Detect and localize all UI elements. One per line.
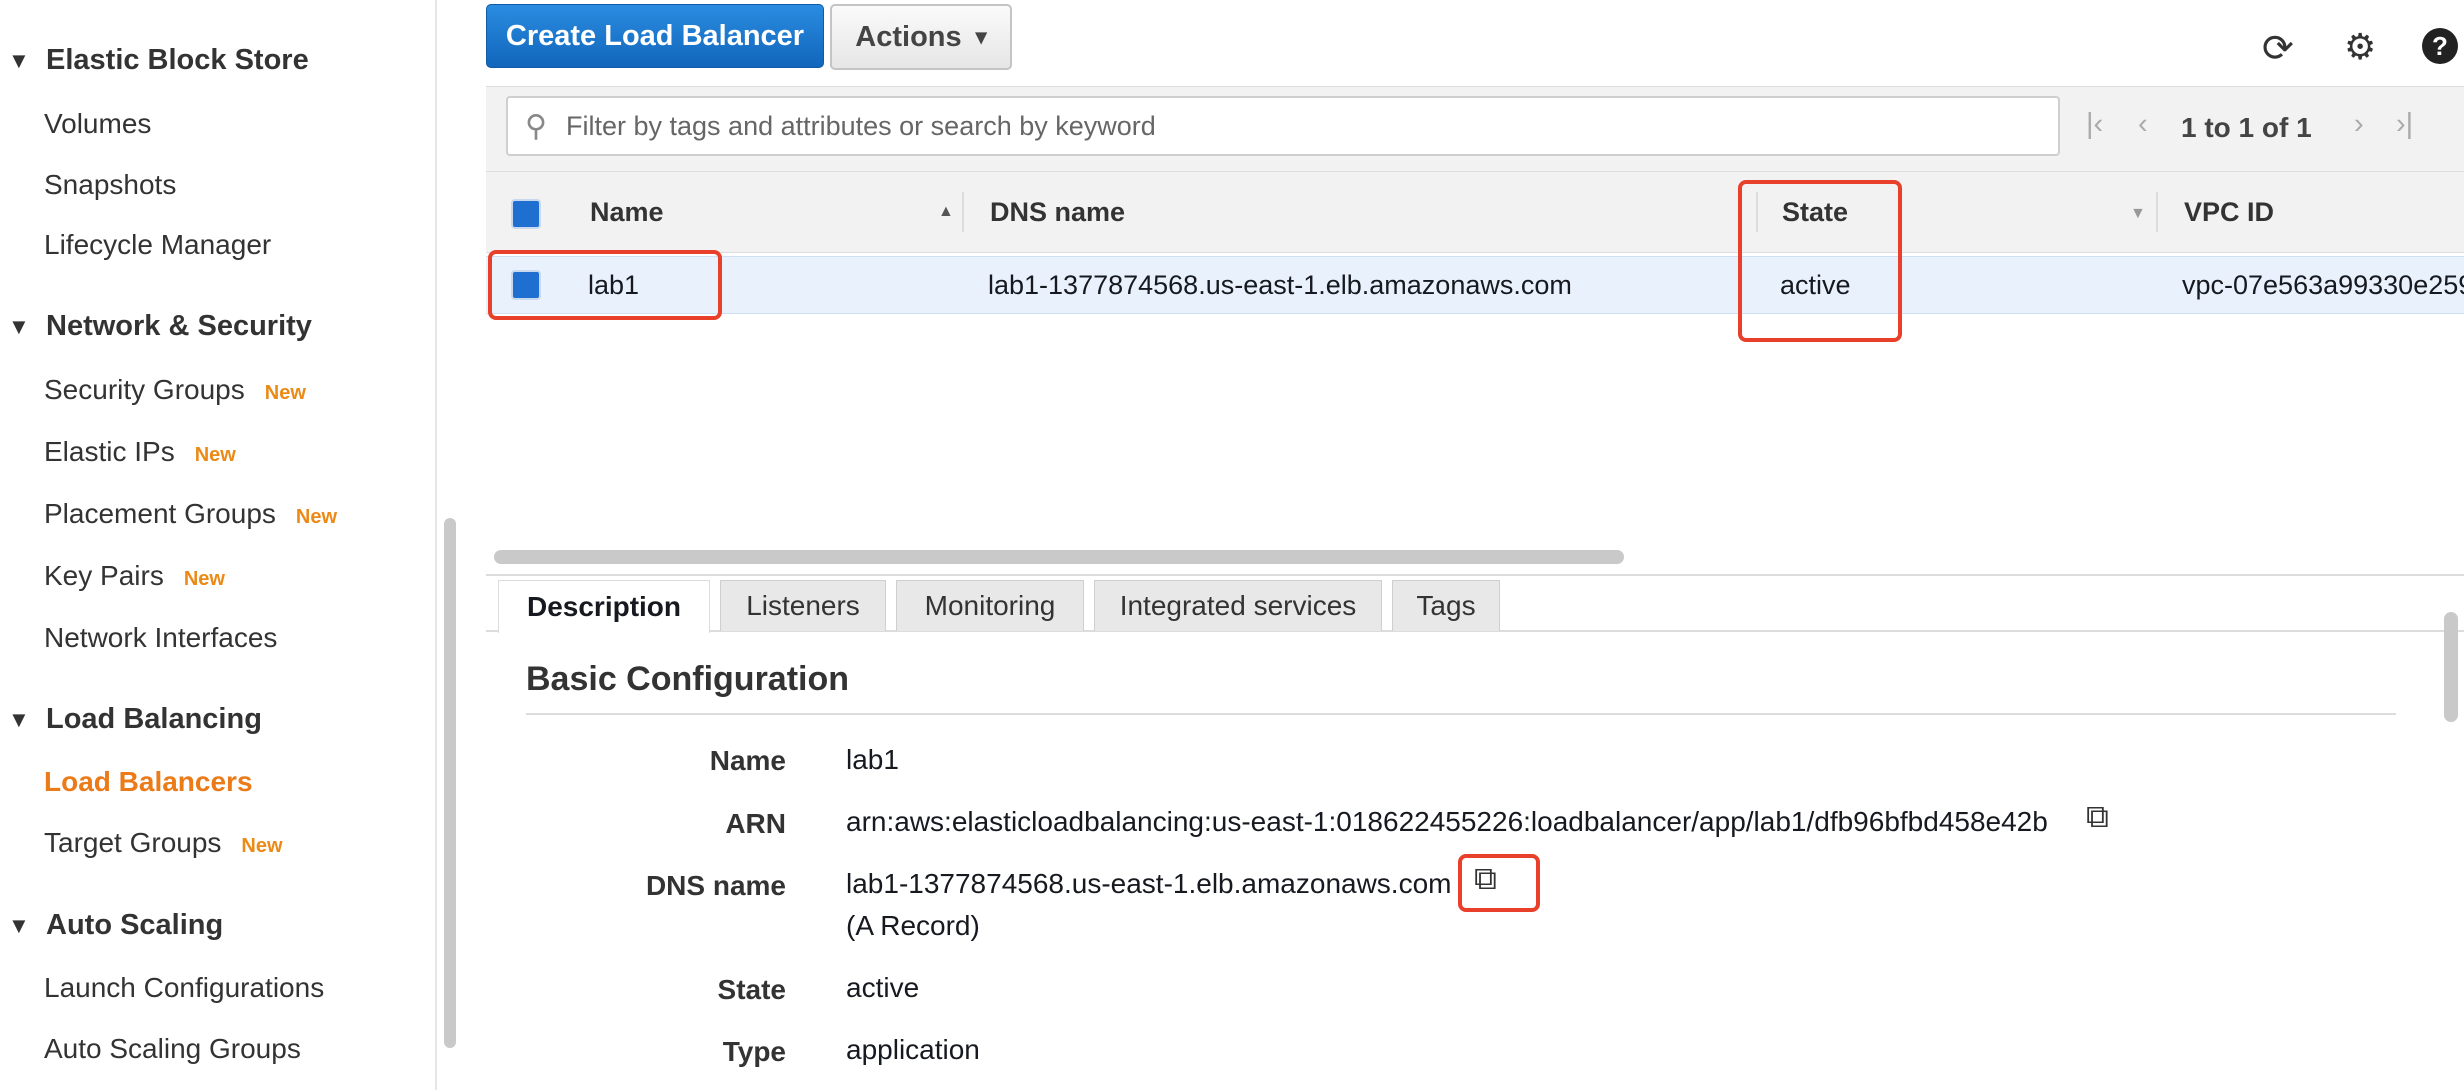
- prev-page-icon[interactable]: ‹: [2138, 108, 2148, 141]
- select-all-checkbox[interactable]: [511, 199, 541, 229]
- main-panel: Create Load Balancer Actions ▾ ⟳ ⚙ ? ⚲ |…: [466, 0, 2464, 1090]
- tab-description[interactable]: Description: [498, 580, 710, 633]
- sidebar-scrollbar[interactable]: [444, 518, 456, 1048]
- tab-tags[interactable]: Tags: [1392, 580, 1500, 631]
- sort-asc-icon[interactable]: ▲: [938, 203, 954, 221]
- sidebar-item-network-interfaces[interactable]: Network Interfaces: [44, 622, 277, 654]
- copy-icon[interactable]: ⧉: [2086, 798, 2109, 836]
- field-value-arn: arn:aws:elasticloadbalancing:us-east-1:0…: [846, 806, 2048, 837]
- collapse-triangle-icon: ▼: [8, 912, 30, 938]
- column-header-dns-name[interactable]: DNS name: [990, 197, 1125, 228]
- sidebar-item-key-pairs[interactable]: Key Pairs New: [44, 560, 225, 592]
- sidebar-item-target-groups[interactable]: Target Groups New: [44, 827, 283, 859]
- create-load-balancer-button[interactable]: Create Load Balancer: [486, 4, 824, 68]
- sidebar-item-lifecycle-manager[interactable]: Lifecycle Manager: [44, 229, 271, 261]
- field-label-arn: ARN: [725, 808, 786, 839]
- new-badge: New: [183, 568, 225, 590]
- divider: [526, 713, 2396, 715]
- column-divider[interactable]: [962, 192, 964, 232]
- cell-dns-name: lab1-1377874568.us-east-1.elb.amazonaws.…: [988, 270, 1572, 300]
- sidebar-item-auto-scaling-groups[interactable]: Auto Scaling Groups: [44, 1033, 301, 1065]
- field-value-name: lab1: [846, 744, 899, 775]
- new-badge: New: [264, 382, 306, 404]
- collapse-triangle-icon: ▼: [8, 313, 30, 339]
- collapse-triangle-icon: ▼: [8, 47, 30, 73]
- tab-listeners[interactable]: Listeners: [720, 580, 886, 631]
- field-value-state: active: [846, 972, 920, 1003]
- sidebar-item-volumes[interactable]: Volumes: [44, 108, 151, 140]
- sidebar-item-security-groups[interactable]: Security Groups New: [44, 374, 306, 406]
- column-header-vpc-id[interactable]: VPC ID: [2184, 197, 2274, 228]
- filter-search: ⚲: [506, 96, 2060, 156]
- section-auto-scaling[interactable]: ▼ Auto Scaling: [8, 909, 223, 942]
- tab-integrated-services[interactable]: Integrated services: [1094, 580, 1382, 631]
- sidebar-item-launch-configurations[interactable]: Launch Configurations: [44, 972, 324, 1004]
- table-header: [486, 172, 2464, 253]
- cell-vpc-id: vpc-07e563a99330e259: [2182, 270, 2464, 300]
- panel-splitter[interactable]: [486, 574, 2464, 576]
- sidebar-item-elastic-ips[interactable]: Elastic IPs New: [44, 436, 236, 468]
- chevron-down-icon: ▾: [975, 24, 987, 49]
- horizontal-scrollbar[interactable]: [494, 550, 1624, 564]
- field-label-type: Type: [722, 1036, 786, 1067]
- actions-button[interactable]: Actions ▾: [830, 4, 1012, 70]
- section-elastic-block-store[interactable]: ▼ Elastic Block Store: [8, 44, 309, 77]
- sidebar: ▼ Elastic Block Store Volumes Snapshots …: [0, 0, 437, 1090]
- field-value-record-type: (A Record): [846, 910, 980, 941]
- search-icon: ⚲: [525, 109, 547, 143]
- highlight-box: [1458, 854, 1540, 912]
- tab-monitoring[interactable]: Monitoring: [896, 580, 1084, 631]
- pagination-text: 1 to 1 of 1: [2181, 112, 2312, 143]
- field-label-name: Name: [709, 745, 786, 776]
- last-page-icon[interactable]: ›|: [2396, 108, 2413, 141]
- help-icon[interactable]: ?: [2422, 28, 2458, 64]
- new-badge: New: [295, 506, 338, 528]
- details-scrollbar[interactable]: [2444, 612, 2458, 722]
- new-badge: New: [241, 835, 283, 857]
- new-badge: New: [194, 444, 236, 466]
- highlight-box: [488, 250, 722, 320]
- field-value-type: application: [846, 1034, 980, 1065]
- search-input[interactable]: [564, 109, 2028, 143]
- field-label-dns-name: DNS name: [645, 870, 786, 901]
- first-page-icon[interactable]: |‹: [2086, 108, 2103, 141]
- section-title: Basic Configuration: [526, 660, 850, 698]
- section-network-security[interactable]: ▼ Network & Security: [8, 310, 312, 343]
- field-value-dns-name: lab1-1377874568.us-east-1.elb.amazonaws.…: [846, 868, 1452, 899]
- sidebar-item-placement-groups[interactable]: Placement Groups New: [44, 498, 337, 530]
- collapse-triangle-icon: ▼: [8, 706, 30, 732]
- sidebar-item-load-balancers[interactable]: Load Balancers: [44, 766, 253, 798]
- column-header-name[interactable]: Name: [590, 197, 664, 228]
- field-label-state: State: [717, 974, 786, 1005]
- gear-icon[interactable]: ⚙: [2344, 26, 2376, 68]
- column-divider[interactable]: [2156, 192, 2158, 232]
- section-load-balancing[interactable]: ▼ Load Balancing: [8, 703, 262, 736]
- sidebar-item-snapshots[interactable]: Snapshots: [44, 169, 176, 201]
- next-page-icon[interactable]: ›: [2354, 108, 2364, 141]
- highlight-box: [1738, 180, 1902, 342]
- refresh-icon[interactable]: ⟳: [2262, 26, 2294, 71]
- sort-icon[interactable]: ▼: [2130, 205, 2146, 223]
